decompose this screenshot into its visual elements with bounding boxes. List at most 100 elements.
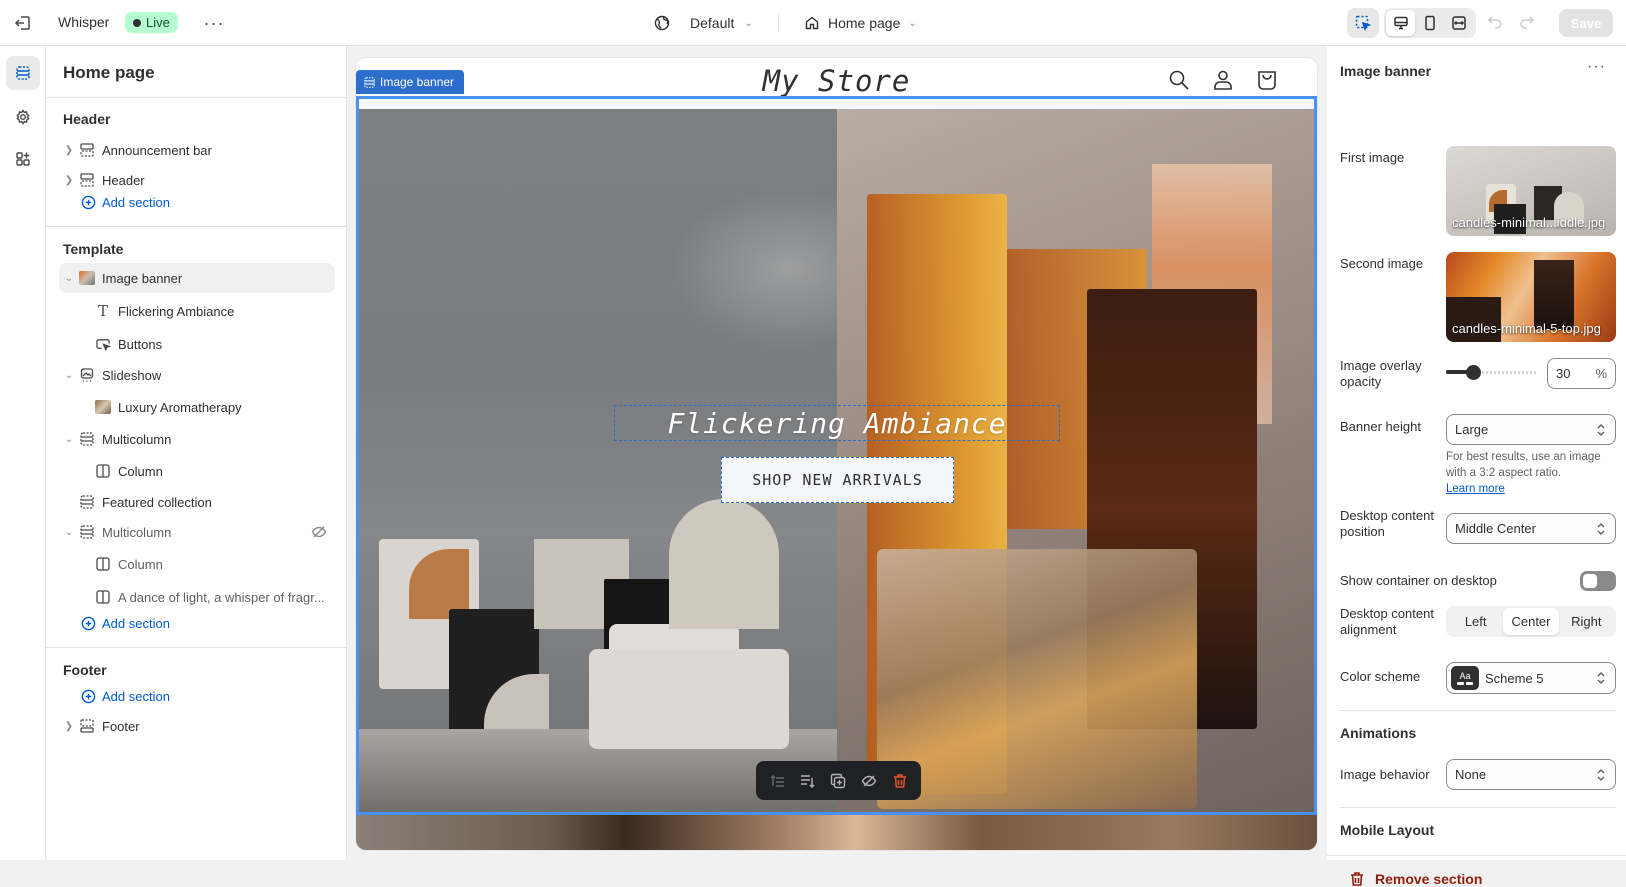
show-container-toggle[interactable] <box>1580 571 1616 591</box>
alignment-center-option[interactable]: Center <box>1503 608 1559 635</box>
sidebar-item-label: Featured collection <box>102 494 212 510</box>
chevron-right-icon[interactable]: ❯ <box>59 175 79 186</box>
select-chevrons-icon <box>1595 521 1607 537</box>
banner-heading-block[interactable]: Flickering Ambiance <box>614 405 1060 441</box>
banner-height-select[interactable]: Large <box>1446 414 1616 445</box>
section-icon <box>79 718 95 734</box>
content-alignment-segmented: Left Center Right <box>1446 606 1616 637</box>
desktop-icon <box>1393 16 1408 30</box>
color-scheme-swatch: Aa <box>1451 666 1479 690</box>
mobile-icon <box>1424 15 1435 31</box>
sidebar-item-slideshow[interactable]: ⌄ Slideshow <box>59 360 325 390</box>
rail-sections-button[interactable] <box>6 56 40 90</box>
settings-more-button[interactable]: ··· <box>1587 58 1606 76</box>
section-icon <box>79 431 95 447</box>
add-section-label: Add section <box>102 615 170 631</box>
chevron-down-icon[interactable]: ⌄ <box>59 370 79 381</box>
sidebar-item-flickering-ambiance[interactable]: T Flickering Ambiance <box>75 296 325 326</box>
page-selector[interactable]: Home page ⌄ <box>804 12 917 34</box>
chevron-right-icon[interactable]: ❯ <box>59 721 79 732</box>
banner-shop-button[interactable]: SHOP NEW ARRIVALS <box>721 457 954 503</box>
learn-more-link[interactable]: Learn more <box>1446 483 1505 495</box>
delete-button[interactable] <box>888 769 912 793</box>
alignment-right-option[interactable]: Right <box>1559 608 1614 635</box>
content-position-select[interactable]: Middle Center <box>1446 513 1616 544</box>
exit-button[interactable] <box>12 12 34 34</box>
inspector-toggle[interactable] <box>1347 8 1379 38</box>
sidebar-item-column-2[interactable]: Column <box>75 549 325 579</box>
sidebar-item-footer[interactable]: ❯ Footer <box>59 711 325 741</box>
color-scheme-select[interactable]: Aa Scheme 5 <box>1446 662 1616 694</box>
sidebar-item-label: A dance of light, a whisper of fragr... <box>118 589 325 605</box>
sidebar-item-featured-collection[interactable]: Featured collection <box>59 487 325 517</box>
more-actions-button[interactable]: ··· <box>202 12 226 34</box>
add-section-label: Add section <box>102 194 170 210</box>
add-section-footer-button[interactable]: Add section <box>81 684 170 708</box>
sidebar-item-column[interactable]: Column <box>75 456 325 486</box>
banner-heading: Flickering Ambiance <box>667 406 1007 440</box>
save-button[interactable]: Save <box>1559 9 1613 37</box>
add-section-template-button[interactable]: Add section <box>81 611 170 635</box>
alignment-left-option[interactable]: Left <box>1448 608 1503 635</box>
duplicate-button[interactable] <box>826 769 850 793</box>
search-icon[interactable] <box>1168 69 1190 91</box>
move-up-button[interactable] <box>765 769 789 793</box>
chevron-down-icon[interactable]: ⌄ <box>59 434 79 445</box>
desktop-view-button[interactable] <box>1386 10 1415 36</box>
section-sidebar: Home page Header ❯ Announcement bar ❯ He… <box>46 46 347 860</box>
account-icon[interactable] <box>1212 69 1234 91</box>
trash-icon <box>1351 872 1363 886</box>
cart-icon[interactable] <box>1256 69 1278 91</box>
move-down-button[interactable] <box>796 769 820 793</box>
section-icon <box>79 172 95 188</box>
content-position-label: Desktop content position <box>1340 508 1434 539</box>
chevron-down-icon[interactable]: ⌄ <box>59 527 79 538</box>
undo-button[interactable] <box>1486 12 1504 30</box>
settings-panel: Image banner ··· First image candles-min… <box>1327 46 1626 887</box>
mobile-view-button[interactable] <box>1415 10 1444 36</box>
hide-button[interactable] <box>857 769 881 793</box>
button-cursor-icon <box>95 336 111 352</box>
color-scheme-value: Scheme 5 <box>1485 670 1544 686</box>
first-image-picker[interactable]: candles-minimal...iddle.jpg <box>1446 146 1616 236</box>
remove-section-button[interactable]: Remove section <box>1349 871 1482 887</box>
sidebar-item-label: Image banner <box>102 270 183 286</box>
sidebar-item-multicolumn[interactable]: ⌄ Multicolumn <box>59 424 325 454</box>
overlay-opacity-slider[interactable] <box>1446 362 1538 382</box>
theme-selector[interactable]: Default ⌄ <box>654 12 753 34</box>
rail-theme-settings-button[interactable] <box>6 100 40 134</box>
chevron-down-icon[interactable]: ⌄ <box>59 273 79 284</box>
add-section-header-button[interactable]: Add section <box>81 190 170 214</box>
next-section-preview[interactable] <box>356 815 1317 850</box>
eye-off-icon[interactable] <box>311 524 327 540</box>
sidebar-item-column-3[interactable]: A dance of light, a whisper of fragr... <box>75 582 325 612</box>
redo-button[interactable] <box>1518 12 1536 30</box>
image-behavior-value: None <box>1455 767 1487 782</box>
sidebar-item-image-banner[interactable]: ⌄ Image banner <box>59 263 335 293</box>
sidebar-item-multicolumn-hidden[interactable]: ⌄ Multicolumn <box>59 517 335 547</box>
move-down-icon <box>800 774 815 788</box>
page-selector-label: Home page <box>828 15 901 31</box>
slider-handle[interactable] <box>1466 365 1482 380</box>
second-image-picker[interactable]: candles-minimal-5-top.jpg <box>1446 252 1616 342</box>
fullwidth-view-button[interactable] <box>1444 10 1473 36</box>
sidebar-item-buttons[interactable]: Buttons <box>75 329 325 359</box>
image-banner-section[interactable]: Flickering Ambiance SHOP NEW ARRIVALS <box>356 96 1317 815</box>
sidebar-item-label: Luxury Aromatherapy <box>118 399 242 415</box>
divider <box>46 97 347 98</box>
overlay-opacity-input[interactable]: 30 % <box>1547 358 1616 389</box>
sidebar-item-announcement-bar[interactable]: ❯ Announcement bar <box>59 135 325 165</box>
sidebar-item-label: Header <box>102 172 145 188</box>
viewport-switcher <box>1384 8 1476 38</box>
store-name: Whisper <box>58 14 110 30</box>
duplicate-icon <box>831 773 846 788</box>
image-behavior-select[interactable]: None <box>1446 759 1616 790</box>
rail-apps-button[interactable] <box>6 142 40 176</box>
banner-height-help: For best results, use an image with a 3:… <box>1446 449 1616 497</box>
trash-icon <box>893 773 906 788</box>
sidebar-item-luxury-aromatherapy[interactable]: Luxury Aromatherapy <box>75 392 325 422</box>
text-icon: T <box>97 302 108 320</box>
plus-circle-icon <box>81 616 96 630</box>
section-label-tag[interactable]: Image banner <box>356 70 465 94</box>
chevron-right-icon[interactable]: ❯ <box>59 145 79 156</box>
